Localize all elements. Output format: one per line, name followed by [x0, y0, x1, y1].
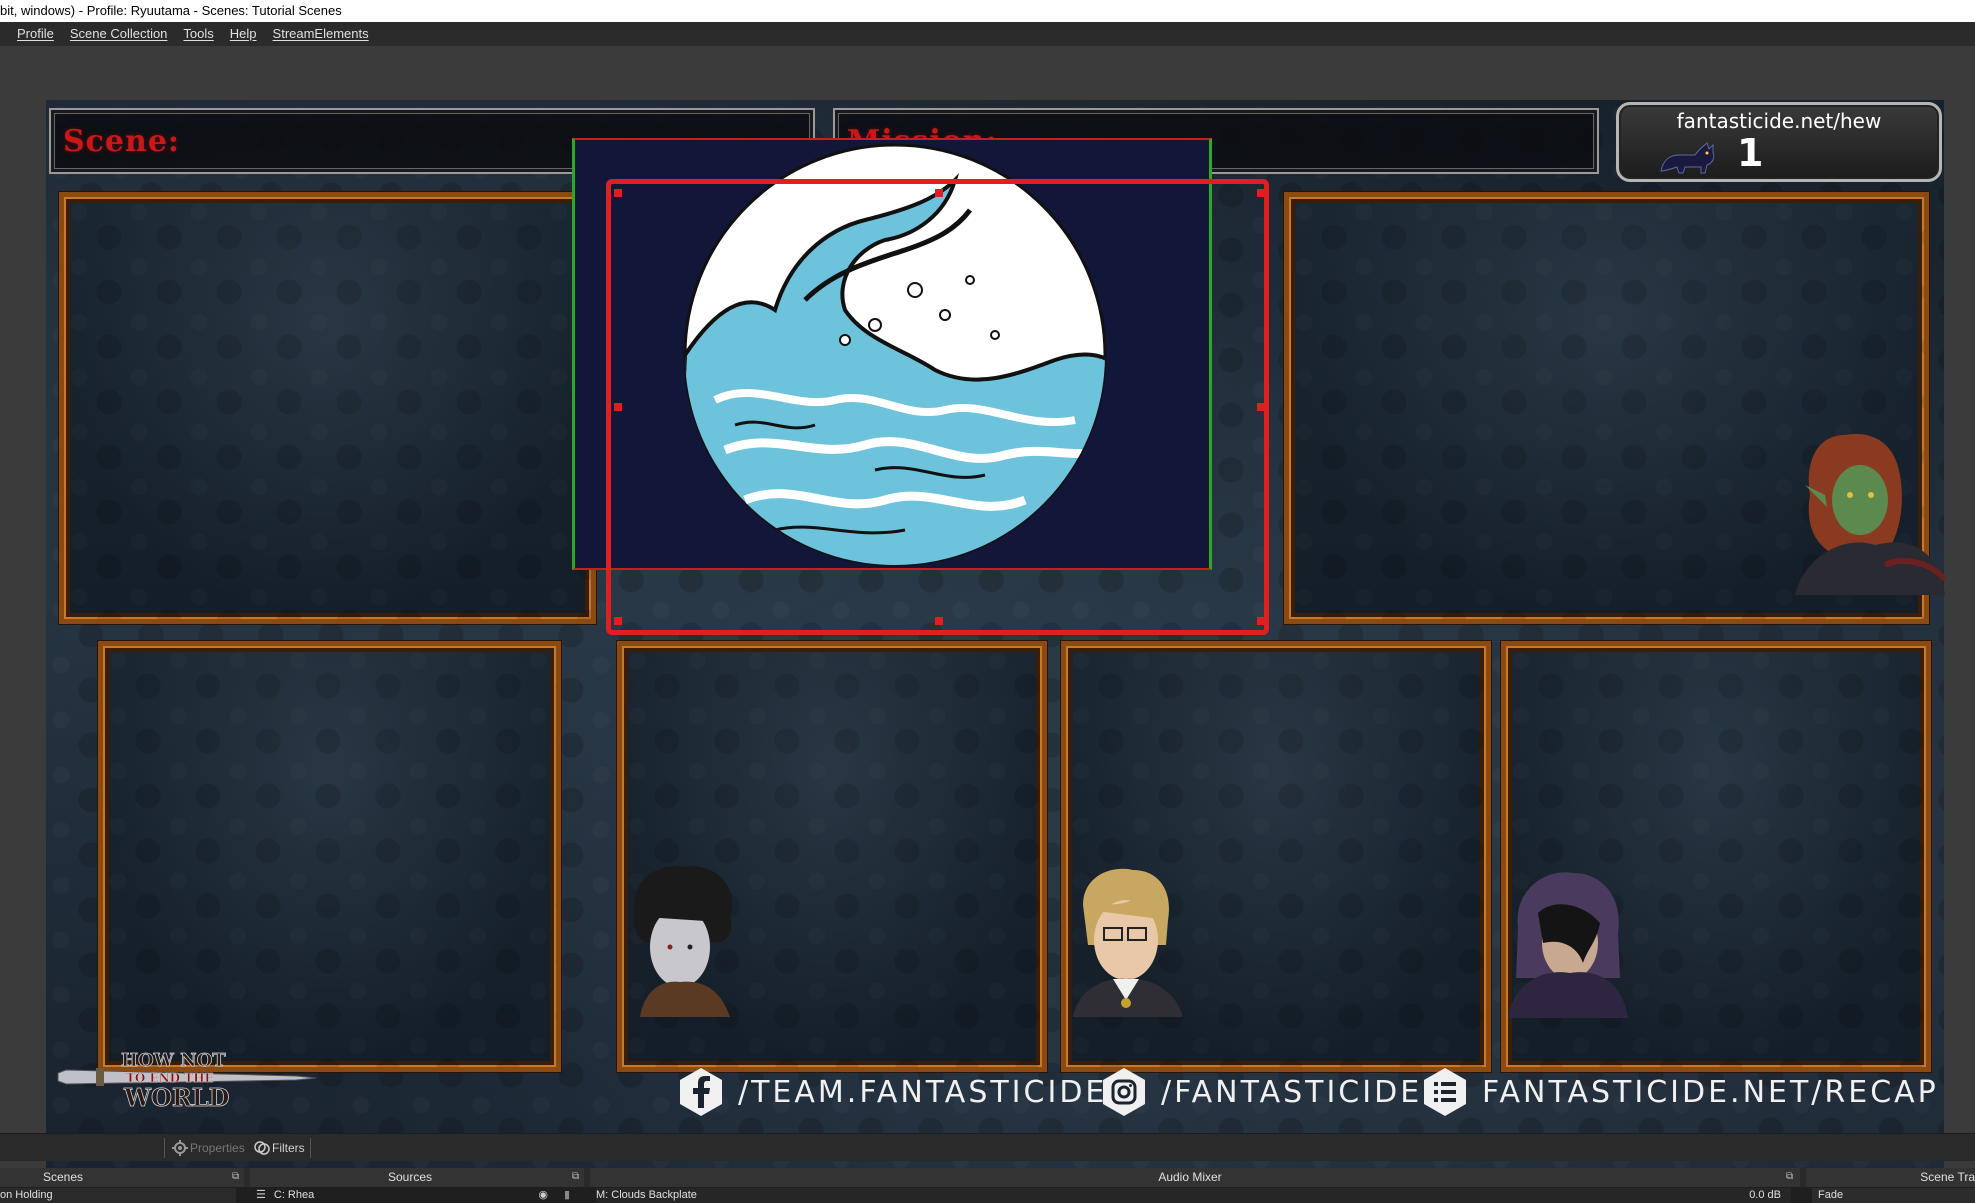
- player-frame-top-left: [59, 192, 596, 624]
- filter-icon: [254, 1141, 270, 1155]
- url-counter-box: fantasticide.net/hew 1: [1616, 102, 1942, 182]
- dock-headers: Scenes ⧉ Sources ⧉ Audio Mixer ⧉ Scene T…: [0, 1168, 1975, 1203]
- facebook-text: /TEAM.FANTASTICIDE: [738, 1074, 1108, 1110]
- gear-icon: [172, 1140, 188, 1156]
- transitions-dock-title: Scene Tra: [1920, 1170, 1975, 1184]
- cat-icon: [1660, 142, 1715, 174]
- audio-mixer-item: M: Clouds Backplate 0.0 dB: [596, 1188, 1791, 1203]
- url-text: fantasticide.net/hew: [1676, 109, 1882, 133]
- scenes-dock-float-icon[interactable]: ⧉: [232, 1171, 239, 1182]
- audio-source-name: M: Clouds Backplate: [596, 1189, 697, 1201]
- scene-list-item[interactable]: on Holding: [0, 1188, 236, 1203]
- facebook-icon: [680, 1068, 722, 1116]
- eye-icon[interactable]: ◉: [538, 1188, 548, 1203]
- character-dark-hair-portrait: [634, 866, 733, 1017]
- url-count: 1: [1737, 131, 1764, 175]
- scenes-dock-title: Scenes: [42, 1170, 84, 1184]
- filters-label: Filters: [272, 1141, 305, 1155]
- window-title: bit, windows) - Profile: Ryuutama - Scen…: [0, 3, 342, 18]
- menu-profile[interactable]: Profile: [9, 22, 62, 46]
- menu-bar: Profile Scene Collection Tools Help Stre…: [0, 22, 1975, 46]
- menu-help[interactable]: Help: [222, 22, 265, 46]
- resize-handle-top-right[interactable]: [1257, 189, 1265, 197]
- social-links-bar: /TEAM.FANTASTICIDE /FANTASTICIDE FANTAST…: [46, 1048, 1944, 1116]
- social-instagram: /FANTASTICIDE: [1101, 1066, 1422, 1118]
- list-icon: ☰: [256, 1189, 266, 1201]
- list-icon: [1424, 1068, 1466, 1116]
- menu-streamelements[interactable]: StreamElements: [265, 22, 377, 46]
- properties-label: Properties: [190, 1141, 245, 1155]
- social-facebook: /TEAM.FANTASTICIDE: [678, 1066, 1107, 1118]
- character-goblin-portrait: [1795, 434, 1945, 595]
- transition-select[interactable]: Fade: [1812, 1188, 1975, 1203]
- menu-scene-collection[interactable]: Scene Collection: [62, 22, 176, 46]
- audio-mixer-dock-title: Audio Mixer: [1158, 1170, 1222, 1184]
- resize-handle-right[interactable]: [1257, 403, 1265, 411]
- resize-handle-bottom[interactable]: [935, 617, 943, 625]
- sources-dock-title: Sources: [387, 1170, 433, 1184]
- player-frame-bottom-1: [98, 641, 561, 1072]
- resize-handle-bottom-left[interactable]: [614, 617, 622, 625]
- resize-handle-top[interactable]: [935, 189, 943, 197]
- audio-mixer-dock-float-icon[interactable]: ⧉: [1786, 1171, 1793, 1182]
- dock-content: on Holding ☰ C: Rhea ◉ ▮ M: Clouds Backp…: [0, 1187, 1975, 1203]
- instagram-text: /FANTASTICIDE: [1161, 1074, 1423, 1110]
- recap-text: FANTASTICIDE.NET/RECAP: [1482, 1074, 1939, 1110]
- resize-handle-top-left[interactable]: [614, 189, 622, 197]
- preview-area[interactable]: Scene: Mission: fantasticide.net/hew 1: [0, 46, 1975, 1168]
- character-glasses-portrait: [1073, 868, 1183, 1017]
- resize-handle-bottom-right[interactable]: [1257, 617, 1265, 625]
- audio-level: 0.0 dB: [1749, 1189, 1781, 1201]
- window-title-bar: bit, windows) - Profile: Ryuutama - Scen…: [0, 0, 1975, 22]
- transition-value: Fade: [1818, 1189, 1844, 1201]
- instagram-icon: [1103, 1068, 1145, 1116]
- properties-button[interactable]: Properties: [172, 1138, 245, 1158]
- toolbar-separator: [164, 1138, 165, 1158]
- toolbar-separator: [310, 1138, 311, 1158]
- social-recap: FANTASTICIDE.NET/RECAP: [1422, 1066, 1939, 1118]
- source-toolbar: Properties Filters: [0, 1133, 1975, 1161]
- scene-name: on Holding: [0, 1189, 53, 1201]
- selection-outline[interactable]: [606, 179, 1269, 635]
- character-hooded-portrait: [1508, 872, 1628, 1018]
- source-list-item[interactable]: ☰ C: Rhea ◉ ▮: [256, 1188, 576, 1203]
- resize-handle-left[interactable]: [614, 403, 622, 411]
- lock-icon[interactable]: ▮: [564, 1188, 570, 1203]
- filters-button[interactable]: Filters: [254, 1138, 305, 1158]
- source-name: C: Rhea: [273, 1189, 315, 1201]
- sources-dock-float-icon[interactable]: ⧉: [572, 1171, 579, 1182]
- menu-tools[interactable]: Tools: [175, 22, 221, 46]
- scene-label: Scene:: [63, 124, 180, 159]
